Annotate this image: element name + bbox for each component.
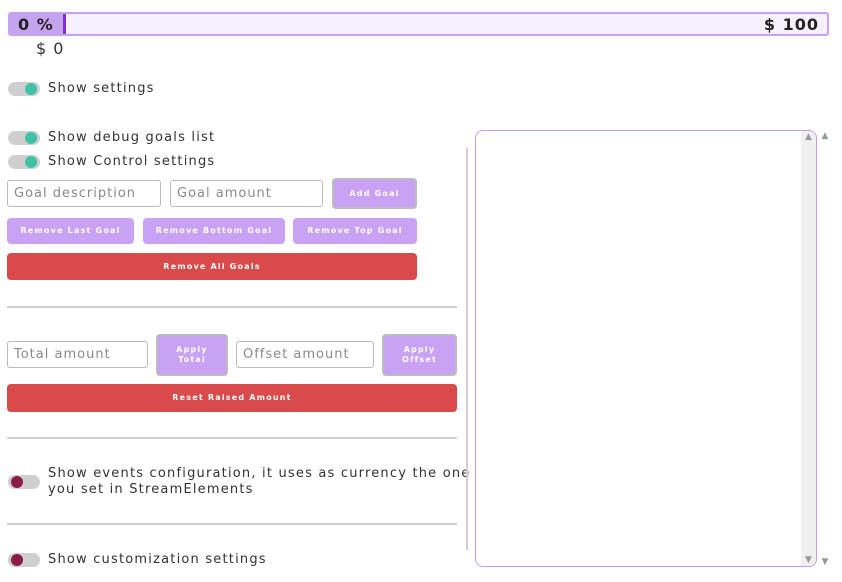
- show-events-toggle[interactable]: [8, 475, 40, 489]
- goal-description-input[interactable]: [7, 180, 161, 207]
- goal-amount-input[interactable]: [170, 180, 323, 207]
- show-events-label-line1: Show events configuration, it uses as cu…: [48, 466, 471, 481]
- show-debug-toggle[interactable]: [8, 131, 40, 145]
- reset-raised-amount-button[interactable]: Reset Raised Amount: [7, 384, 457, 412]
- show-debug-label: Show debug goals list: [48, 130, 216, 145]
- debug-goals-list[interactable]: ▲ ▼: [475, 130, 817, 567]
- apply-offset-line1: Apply: [403, 345, 436, 354]
- page-scrollbar[interactable]: ▲ ▼: [818, 130, 832, 568]
- apply-offset-button[interactable]: Apply Offset: [382, 334, 457, 376]
- show-settings-label: Show settings: [48, 81, 155, 96]
- show-customization-toggle[interactable]: [8, 553, 40, 567]
- debug-list-scrollbar[interactable]: ▲ ▼: [801, 131, 816, 566]
- toggle-knob: [11, 554, 23, 566]
- apply-total-line1: Apply: [176, 345, 208, 354]
- apply-offset-line2: Offset: [402, 355, 437, 364]
- apply-total-line2: Total: [178, 355, 206, 364]
- scroll-down-icon[interactable]: ▼: [801, 555, 816, 565]
- show-events-label-line2: you set in StreamElements: [48, 482, 254, 497]
- goal-progress-bar: 0 % $ 100: [8, 12, 829, 36]
- raised-amount: $ 0: [36, 39, 65, 58]
- apply-total-button[interactable]: Apply Total: [156, 334, 228, 376]
- scroll-down-icon[interactable]: ▼: [818, 557, 832, 567]
- remove-all-goals-button[interactable]: Remove All Goals: [7, 253, 417, 280]
- total-amount-input[interactable]: [7, 341, 148, 368]
- offset-amount-input[interactable]: [236, 341, 374, 368]
- progress-percent: 0 %: [18, 15, 54, 34]
- show-settings-toggle[interactable]: [8, 82, 40, 96]
- section-divider: [7, 437, 457, 439]
- remove-bottom-goal-button[interactable]: Remove Bottom Goal: [143, 218, 285, 244]
- scroll-up-icon[interactable]: ▲: [801, 132, 816, 142]
- add-goal-button[interactable]: Add Goal: [332, 178, 417, 209]
- toggle-knob: [11, 476, 23, 488]
- progress-goal-amount: $ 100: [763, 15, 819, 34]
- remove-top-goal-button[interactable]: Remove Top Goal: [293, 218, 417, 244]
- section-divider: [7, 523, 457, 525]
- show-control-toggle[interactable]: [8, 155, 40, 169]
- remove-last-goal-button[interactable]: Remove Last Goal: [7, 218, 134, 244]
- apply-total-label: Apply Total: [176, 345, 208, 365]
- column-divider: [466, 148, 468, 550]
- scroll-up-icon[interactable]: ▲: [818, 131, 832, 141]
- show-customization-label: Show customization settings: [48, 552, 267, 567]
- apply-offset-label: Apply Offset: [402, 345, 437, 365]
- toggle-knob: [25, 83, 37, 95]
- show-control-label: Show Control settings: [48, 154, 216, 169]
- toggle-knob: [25, 156, 37, 168]
- toggle-knob: [25, 132, 37, 144]
- section-divider: [7, 306, 457, 308]
